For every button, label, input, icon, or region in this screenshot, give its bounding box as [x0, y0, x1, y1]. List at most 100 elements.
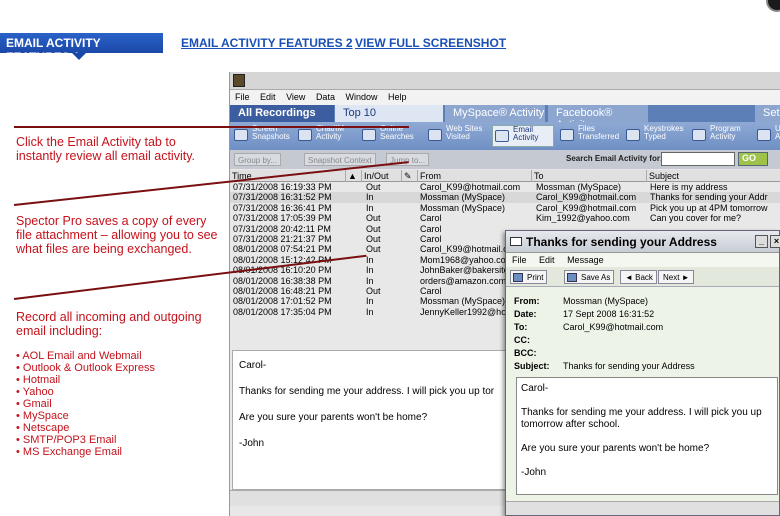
- next-button[interactable]: Next ►: [658, 270, 694, 284]
- table-row[interactable]: 07/31/2008 17:05:39 PM Out Carol Kim_1992@y…: [230, 213, 780, 223]
- popup-status-bar: [506, 501, 779, 515]
- globe-icon: [428, 129, 442, 141]
- subject-value: Thanks for sending your Address: [563, 361, 695, 371]
- email-types-list: AOL Email and Webmail Outlook & Outlook …: [16, 350, 155, 458]
- popup-toolbar: Print Save As ◄ Back Next ►: [506, 267, 779, 287]
- magnifier-icon: [362, 129, 376, 141]
- callout-attachments: Spector Pro saves a copy of every file a…: [16, 214, 218, 256]
- snapshot-context-button[interactable]: Snapshot Context: [304, 153, 376, 166]
- menu-edit[interactable]: Edit: [260, 92, 276, 102]
- link-email-activity-features-2[interactable]: EMAIL ACTIVITY FEATURES 2: [181, 36, 353, 50]
- cell-time: 07/31/2008 17:05:39 PM: [233, 213, 332, 224]
- popup-titlebar: Thanks for sending your Address _ ×: [506, 231, 780, 253]
- cell-time: 08/01/2008 07:54:21 PM: [233, 244, 332, 255]
- menu-window[interactable]: Window: [345, 92, 377, 102]
- screen-snapshots-button[interactable]: Screen Snapshots: [232, 125, 292, 147]
- list-item: Gmail: [16, 398, 155, 410]
- cell-inout: In: [366, 192, 374, 203]
- table-row[interactable]: 07/31/2008 16:19:33 PM Out Carol_K99@hotma…: [230, 182, 780, 192]
- user-activity-button[interactable]: U A: [755, 125, 780, 147]
- tab-email-activity-features-1[interactable]: EMAIL ACTIVITY FEATURES 1: [0, 33, 163, 64]
- close-icon[interactable]: [766, 0, 780, 12]
- tab-facebook-activity[interactable]: Facebook® Activity: [548, 105, 648, 131]
- online-searches-button[interactable]: Online Searches: [360, 125, 420, 147]
- cell-time: 08/01/2008 17:35:04 PM: [233, 306, 332, 317]
- message-preview: Carol- Thanks for sending me your addres…: [232, 350, 532, 490]
- camera-icon: [234, 129, 248, 141]
- list-item: MS Exchange Email: [16, 446, 155, 458]
- print-button[interactable]: Print: [510, 270, 548, 284]
- callout-record-all: Record all incoming and outgoing email i…: [16, 310, 202, 338]
- menu-file[interactable]: File: [235, 92, 250, 102]
- next-arrow-icon: ►: [679, 273, 690, 282]
- popup-menu-message[interactable]: Message: [567, 255, 604, 265]
- cell-to: Carol_K99@hotmail.com: [536, 202, 637, 213]
- popup-headers: From: Mossman (MySpace) Date: 17 Sept 20…: [506, 287, 779, 371]
- popup-menubar: File Edit Message: [506, 253, 779, 267]
- cell-subject: Here is my address: [650, 182, 728, 192]
- list-item: AOL Email and Webmail: [16, 350, 155, 362]
- cell-to: Mossman (MySpace): [536, 182, 622, 192]
- button-label: Save As: [581, 273, 611, 282]
- menu-help[interactable]: Help: [388, 92, 407, 102]
- cell-inout: Out: [366, 233, 381, 244]
- cell-time: 07/31/2008 16:19:33 PM: [233, 182, 332, 192]
- group-by-button[interactable]: Group by...: [234, 153, 281, 166]
- cell-from: Mossman (MySpace): [420, 192, 506, 203]
- search-label: Search Email Activity for:: [566, 154, 663, 163]
- paperclip-icon[interactable]: ✎: [402, 170, 418, 182]
- preview-line: Thanks for sending me your address. I wi…: [239, 386, 495, 397]
- email-activity-button[interactable]: Email Activity: [492, 125, 554, 147]
- program-activity-button[interactable]: Program Activity: [690, 125, 752, 147]
- flag-icon[interactable]: ▲: [346, 170, 362, 182]
- envelope-icon: [495, 130, 509, 142]
- body-line: Are you sure your parents won't be home?: [521, 443, 710, 454]
- chat-im-button[interactable]: Chat/IM Activity: [296, 125, 356, 147]
- cell-inout: In: [366, 254, 374, 265]
- menu-view[interactable]: View: [286, 92, 305, 102]
- popup-menu-file[interactable]: File: [512, 255, 527, 265]
- list-item: Yahoo: [16, 386, 155, 398]
- close-icon[interactable]: ×: [770, 235, 780, 248]
- table-row[interactable]: 07/31/2008 16:31:52 PM In Mossman (MySpace…: [230, 192, 780, 203]
- from-value: Mossman (MySpace): [563, 296, 649, 306]
- icon-label: Files Transferred: [578, 124, 620, 141]
- col-subject[interactable]: Subject: [647, 170, 780, 182]
- col-inout[interactable]: In/Out: [362, 170, 402, 182]
- menu-data[interactable]: Data: [316, 92, 335, 102]
- keystrokes-button[interactable]: Keystrokes Typed: [624, 125, 686, 147]
- from-label: From:: [514, 296, 540, 306]
- popup-menu-edit[interactable]: Edit: [539, 255, 555, 265]
- to-value: Carol_K99@hotmail.com: [563, 322, 664, 332]
- cell-inout: In: [366, 296, 374, 307]
- minimize-icon[interactable]: _: [755, 235, 768, 248]
- tab-top-10[interactable]: Top 10: [335, 105, 443, 122]
- tab-myspace-activity[interactable]: MySpace® Activity: [445, 105, 545, 122]
- web-sites-button[interactable]: Web Sites Visited: [426, 125, 488, 147]
- cell-time: 07/31/2008 21:21:37 PM: [233, 233, 332, 244]
- col-to[interactable]: To: [532, 170, 647, 182]
- list-item: Hotmail: [16, 374, 155, 386]
- tab-settings[interactable]: Set: [755, 105, 780, 122]
- cell-time: 07/31/2008 16:36:41 PM: [233, 202, 332, 213]
- go-button[interactable]: GO: [738, 152, 768, 166]
- save-as-button[interactable]: Save As: [564, 270, 615, 284]
- page: EMAIL ACTIVITY FEATURES 1 EMAIL ACTIVITY…: [0, 0, 780, 516]
- tab-all-recordings[interactable]: All Recordings: [230, 105, 334, 122]
- cell-subject: Thanks for sending your Addr: [650, 192, 768, 203]
- icon-label: Email Activity: [513, 125, 539, 142]
- date-value: 17 Sept 2008 16:31:52: [563, 309, 655, 319]
- file-icon: [560, 129, 574, 141]
- link-view-full-screenshot[interactable]: VIEW FULL SCREENSHOT: [355, 36, 506, 50]
- back-button[interactable]: ◄ Back: [620, 270, 657, 284]
- cell-inout: Out: [366, 244, 381, 255]
- disk-icon: [567, 273, 577, 282]
- program-icon: [692, 129, 706, 141]
- cell-inout: In: [366, 275, 374, 286]
- col-from[interactable]: From: [418, 170, 532, 182]
- recording-tabs: All Recordings Top 10 MySpace® Activity …: [230, 105, 780, 131]
- table-row[interactable]: 07/31/2008 16:36:41 PM In Mossman (MySpace…: [230, 203, 780, 213]
- files-transferred-button[interactable]: Files Transferred: [558, 125, 620, 147]
- preview-greeting: Carol-: [239, 360, 267, 371]
- search-input[interactable]: [661, 152, 735, 166]
